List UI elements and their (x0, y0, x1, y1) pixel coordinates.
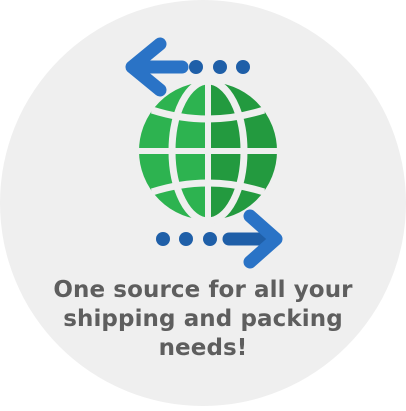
tagline-line-3: needs! (158, 335, 248, 361)
tagline-line-2: shipping and packing (63, 306, 343, 332)
globe-icon (137, 77, 279, 225)
tagline-text: One source for all your shipping and pac… (40, 276, 366, 363)
tagline-line-1: One source for all your (53, 277, 353, 303)
